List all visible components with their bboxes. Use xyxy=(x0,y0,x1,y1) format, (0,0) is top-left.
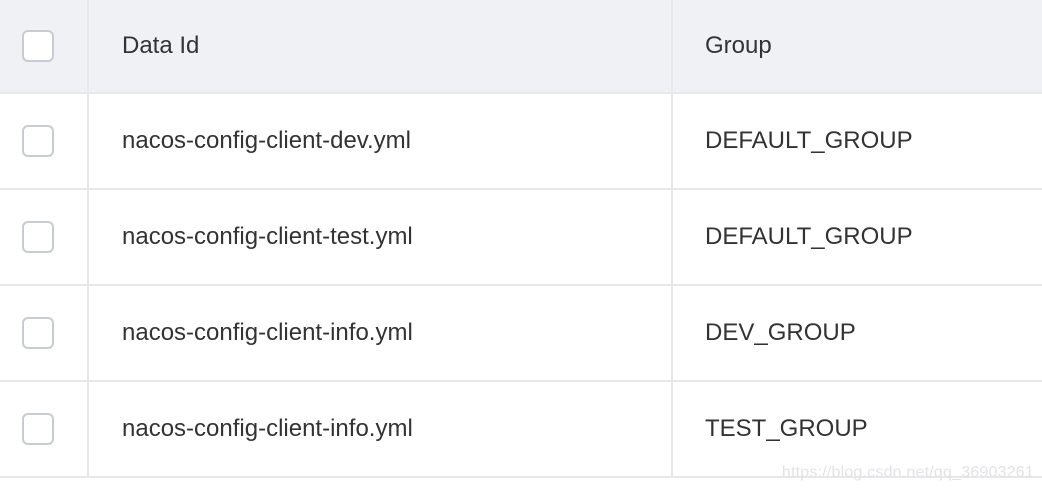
table-row[interactable]: nacos-config-client-info.yml TEST_GROUP xyxy=(0,382,1042,476)
column-header-data-id[interactable]: Data Id xyxy=(89,0,673,92)
row-checkbox-cell xyxy=(0,382,89,476)
row-checkbox-cell xyxy=(0,286,89,380)
row-checkbox[interactable] xyxy=(22,125,54,157)
data-id-cell: nacos-config-client-info.yml xyxy=(89,286,673,380)
table-row[interactable]: nacos-config-client-info.yml DEV_GROUP xyxy=(0,286,1042,382)
row-checkbox-cell xyxy=(0,190,89,284)
group-cell: DEFAULT_GROUP xyxy=(705,127,913,154)
row-checkbox[interactable] xyxy=(22,317,54,349)
table-header-row: Data Id Group xyxy=(0,0,1042,94)
column-header-group[interactable]: Group xyxy=(673,0,1042,92)
table-row[interactable]: nacos-config-client-dev.yml DEFAULT_GROU… xyxy=(0,94,1042,190)
row-checkbox-cell xyxy=(0,94,89,188)
group-cell: DEV_GROUP xyxy=(705,319,856,346)
config-table: Data Id Group nacos-config-client-dev.ym… xyxy=(0,0,1042,478)
data-id-cell: nacos-config-client-test.yml xyxy=(89,190,673,284)
row-checkbox[interactable] xyxy=(22,413,54,445)
group-cell: DEFAULT_GROUP xyxy=(705,223,913,250)
header-checkbox-cell xyxy=(0,0,89,92)
table-row[interactable]: nacos-config-client-test.yml DEFAULT_GRO… xyxy=(0,190,1042,286)
data-id-cell: nacos-config-client-dev.yml xyxy=(89,94,673,188)
group-cell: TEST_GROUP xyxy=(705,415,868,442)
watermark: https://blog.csdn.net/qq_36903261 xyxy=(781,464,1034,481)
data-id-cell: nacos-config-client-info.yml xyxy=(89,382,673,476)
row-checkbox[interactable] xyxy=(22,221,54,253)
select-all-checkbox[interactable] xyxy=(22,30,54,62)
